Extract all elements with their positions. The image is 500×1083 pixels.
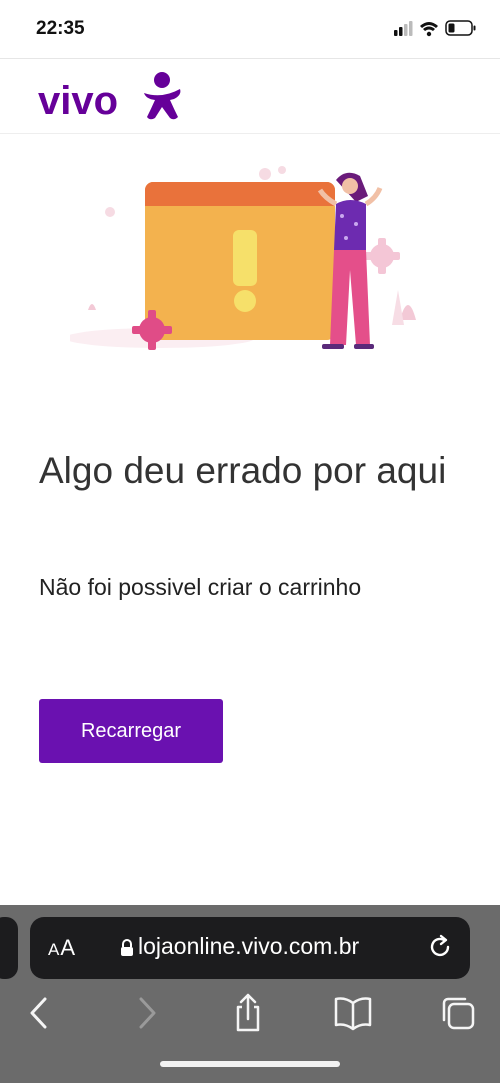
wifi-icon [420, 22, 438, 37]
error-message: Não foi possivel criar o carrinho [39, 574, 362, 600]
text-size-label-large: A [60, 935, 77, 960]
status-bar: 22:35 [0, 0, 500, 58]
address-bar[interactable]: AA lojaonline.vivo.com.br [30, 917, 470, 979]
error-title: Algo deu errado por aqui [39, 450, 447, 491]
vivo-logo[interactable]: vivo [38, 69, 188, 125]
vivo-logo-text: vivo [38, 79, 118, 123]
url-field[interactable]: lojaonline.vivo.com.br [120, 933, 420, 963]
refresh-icon[interactable] [426, 933, 454, 961]
share-icon[interactable] [228, 993, 268, 1033]
url-text: lojaonline.vivo.com.br [138, 933, 360, 959]
site-header: vivo [0, 58, 500, 134]
lock-icon [121, 938, 133, 956]
exclamation-icon [233, 230, 257, 312]
tabs-icon[interactable] [438, 993, 478, 1033]
vivo-person-icon [144, 72, 181, 120]
status-time: 22:35 [36, 18, 85, 39]
signal-icon [394, 21, 413, 36]
forward-icon[interactable] [126, 993, 166, 1033]
home-indicator [160, 1061, 340, 1067]
previous-tab-stub[interactable] [0, 917, 18, 979]
text-size-button[interactable]: AA [48, 935, 76, 961]
gear-small-icon [364, 238, 400, 274]
reload-button[interactable]: Recarregar [39, 699, 223, 763]
browser-toolbar: AA lojaonline.vivo.com.br [0, 905, 500, 1083]
text-size-label-small: A [48, 940, 61, 959]
status-icons [394, 20, 476, 37]
battery-icon [445, 20, 476, 36]
browser-nav-row [0, 993, 500, 1033]
error-illustration [70, 166, 416, 350]
bookmarks-icon[interactable] [333, 993, 373, 1033]
back-icon[interactable] [20, 993, 60, 1033]
